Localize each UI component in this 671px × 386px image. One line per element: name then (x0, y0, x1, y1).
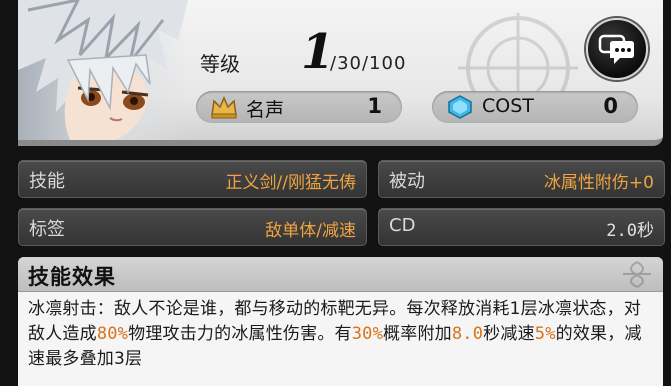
passive-label: 被动 (389, 171, 425, 192)
description-text: 秒减速 (483, 324, 535, 344)
description-text: 物理攻击力的冰属性伤害。有 (128, 324, 352, 344)
blue-gem-icon (448, 95, 472, 119)
cost-label: COST (482, 95, 534, 117)
description-highlight: 80% (96, 324, 129, 344)
chat-button[interactable] (586, 18, 648, 80)
fame-value: 1 (367, 94, 382, 118)
fame-stat: 名声 1 (196, 91, 402, 123)
skill-field: 技能 正义剑//刚猛无俦 (18, 160, 367, 198)
passive-value: 冰属性附伤+0 (543, 173, 654, 193)
chat-bubble-icon (598, 34, 634, 64)
cost-value: 0 (603, 94, 618, 118)
fame-label: 名声 (246, 99, 285, 121)
skill-effect-panel: 技能效果 冰凛射击：敌人不论是谁，都与移动的标靶无异。每次释放消耗1层冰凛状态，… (18, 257, 663, 386)
celtic-knot-icon (623, 261, 651, 288)
cooldown-value: 2.0秒 (606, 221, 654, 241)
skill-effect-description: 冰凛射击：敌人不论是谁，都与移动的标靶无异。每次释放消耗1层冰凛状态，对敌人造成… (28, 297, 658, 372)
description-highlight: 5% (534, 324, 556, 344)
level-label: 等级 (200, 52, 240, 76)
skill-effect-title: 技能效果 (28, 265, 116, 289)
cooldown-field: CD 2.0秒 (378, 208, 665, 246)
tag-field: 标签 敌单体/减速 (18, 208, 367, 246)
description-text: 概率附加 (383, 324, 452, 344)
hero-portrait (18, 0, 188, 140)
passive-field: 被动 冰属性附伤+0 (378, 160, 665, 198)
level-max: /30/100 (330, 53, 407, 74)
cooldown-label: CD (389, 215, 416, 236)
crown-icon (211, 96, 237, 119)
skill-value: 正义剑//刚猛无俦 (225, 173, 356, 193)
description-highlight: 8.0 (451, 324, 484, 344)
cost-stat: COST 0 (432, 91, 638, 123)
description-highlight: 30% (351, 324, 384, 344)
hero-header-card: 等级 1 /30/100 名声 1 COST 0 (18, 0, 663, 146)
tag-label: 标签 (29, 219, 65, 240)
tag-value: 敌单体/减速 (265, 221, 356, 241)
skill-label: 技能 (29, 171, 65, 192)
skill-effect-header: 技能效果 (18, 257, 663, 292)
